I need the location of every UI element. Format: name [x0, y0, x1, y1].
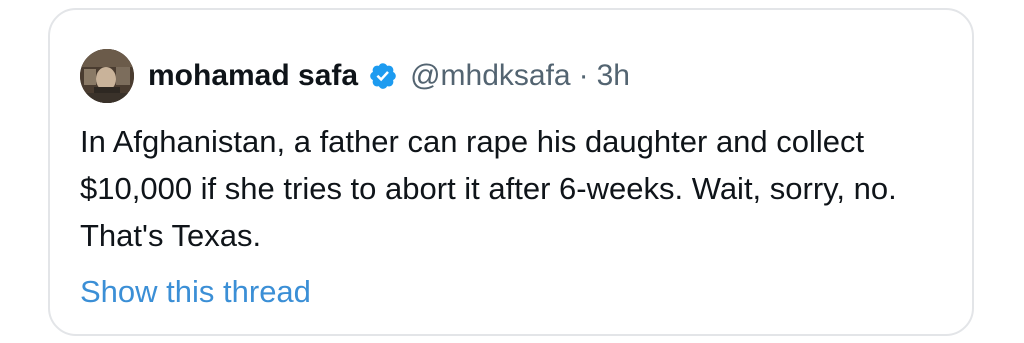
tweet-text: In Afghanistan, a father can rape his da…	[80, 124, 897, 253]
timestamp[interactable]: 3h	[597, 59, 630, 93]
tweet-header: mohamad safa @mhdksafa · 3h	[80, 46, 630, 106]
user-handle[interactable]: @mhdksafa	[410, 59, 571, 93]
separator-dot: ·	[578, 59, 589, 92]
verified-badge-icon	[370, 63, 396, 89]
tweet-card[interactable]: mohamad safa @mhdksafa · 3h In Afghanist…	[48, 8, 974, 336]
display-name[interactable]: mohamad safa	[148, 59, 358, 93]
avatar[interactable]	[80, 49, 134, 103]
show-thread-link[interactable]: Show this thread	[80, 274, 311, 310]
